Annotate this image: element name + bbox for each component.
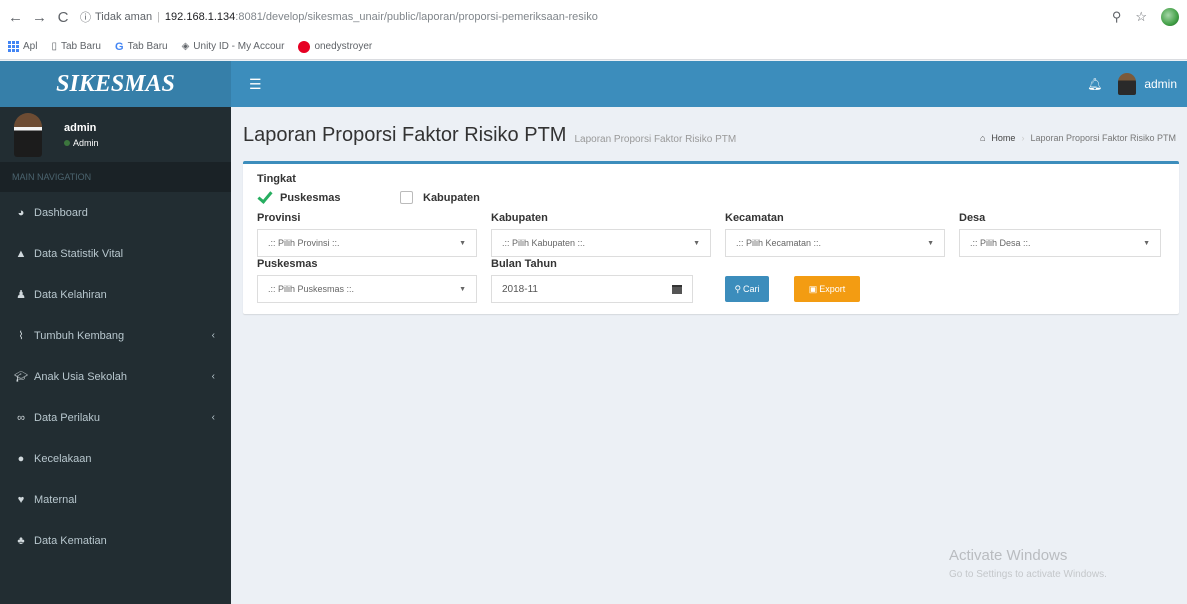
- chevron-left-icon: ‹: [211, 330, 215, 341]
- user-menu[interactable]: admin: [1118, 73, 1177, 95]
- apps-icon: [8, 41, 19, 52]
- forward-icon[interactable]: →: [32, 9, 47, 26]
- sidebar-item-data-statistik-vital[interactable]: ▲ Data Statistik Vital: [0, 233, 231, 274]
- zoom-icon[interactable]: ⚲: [1112, 9, 1122, 25]
- desa-label: Desa: [959, 212, 986, 224]
- bookmark-tab-baru-1[interactable]: ▯ Tab Baru: [51, 41, 101, 52]
- binoculars-icon: ∞: [17, 411, 25, 424]
- pinterest-icon: [298, 40, 311, 53]
- breadcrumb: ⌂ Home › Laporan Proporsi Faktor Risiko …: [980, 133, 1176, 143]
- breadcrumb-separator: ›: [1021, 133, 1025, 143]
- sidebar-item-dashboard[interactable]: ◕ Dashboard: [0, 192, 231, 233]
- cari-button[interactable]: ⚲ Cari: [725, 276, 769, 302]
- bookmark-apps[interactable]: Apl: [8, 41, 37, 52]
- chevron-left-icon: ‹: [211, 371, 215, 382]
- main-navigation-header: MAIN NAVIGATION: [0, 162, 231, 192]
- page-subtitle: Laporan Proporsi Faktor Risiko PTM: [574, 134, 737, 145]
- menu-toggle-icon[interactable]: ☰: [249, 76, 262, 93]
- kecamatan-label: Kecamatan: [725, 212, 784, 224]
- top-navbar: ☰ 🔔︎ admin: [231, 61, 1187, 107]
- unity-icon: ◈: [181, 41, 190, 52]
- activate-windows-title: Activate Windows: [949, 547, 1068, 564]
- address-bar[interactable]: ⓘ Tidak aman | 192.168.1.134:8081/develo…: [80, 5, 1102, 29]
- caret-down-icon: ▼: [1143, 239, 1150, 247]
- bookmark-tab-baru-2[interactable]: G Tab Baru: [115, 41, 168, 53]
- user-panel-role: Admin: [64, 138, 99, 148]
- desa-select[interactable]: .:: Pilih Desa ::. ▼: [959, 229, 1161, 257]
- child-icon: ♟: [16, 289, 26, 301]
- sidebar-item-data-perilaku[interactable]: ∞ Data Perilaku ‹: [0, 397, 231, 438]
- user-panel: admin Admin: [0, 107, 231, 162]
- file-export-icon: ▣: [808, 283, 818, 294]
- user-menu-name: admin: [1144, 77, 1177, 91]
- google-icon: G: [115, 40, 124, 53]
- url-text: 192.168.1.134:8081/develop/sikesmas_unai…: [164, 11, 598, 23]
- checkbox-empty-icon: [400, 191, 413, 204]
- dashboard-icon: ◕: [17, 206, 25, 219]
- sidebar: admin Admin MAIN NAVIGATION ◕ Dashboard ▲…: [0, 107, 231, 604]
- graduation-cap-icon: 🎓︎: [14, 371, 28, 383]
- back-icon[interactable]: ←: [8, 9, 23, 26]
- online-status-icon: [64, 139, 70, 146]
- chevron-left-icon: ‹: [211, 412, 215, 423]
- kabupaten-checkbox[interactable]: Kabupaten: [400, 191, 480, 204]
- kabupaten-label: Kabupaten: [491, 212, 548, 224]
- sidebar-item-data-kelahiran[interactable]: ♟ Data Kelahiran: [0, 274, 231, 315]
- line-chart-icon: ⌇: [18, 330, 24, 342]
- search-icon: ⚲: [734, 283, 742, 294]
- app: SIKESMAS ☰ 🔔︎ admin admin Admin MAIN NAV…: [0, 61, 1187, 604]
- sidebar-item-maternal[interactable]: ♥ Maternal: [0, 479, 231, 520]
- content-header: Laporan Proporsi Faktor Risiko PTM Lapor…: [231, 107, 1187, 157]
- page-title: Laporan Proporsi Faktor Risiko PTM: [243, 124, 567, 146]
- app-logo[interactable]: SIKESMAS: [0, 61, 231, 107]
- bulan-tahun-label: Bulan Tahun: [491, 258, 557, 270]
- kecamatan-select[interactable]: .:: Pilih Kecamatan ::. ▼: [725, 229, 945, 257]
- security-label: Tidak aman: [95, 11, 153, 23]
- kabupaten-select[interactable]: .:: Pilih Kabupaten ::. ▼: [491, 229, 711, 257]
- url-separator: |: [157, 11, 160, 23]
- star-icon[interactable]: ☆: [1135, 9, 1147, 25]
- activate-windows-hint: Go to Settings to activate Windows.: [949, 569, 1107, 580]
- reload-icon[interactable]: C: [56, 9, 70, 26]
- caret-down-icon: ▼: [693, 239, 700, 247]
- bookmark-onedystroyer[interactable]: onedystroyer: [298, 40, 372, 53]
- provinsi-select[interactable]: .:: Pilih Provinsi ::. ▼: [257, 229, 477, 257]
- filter-box: Tingkat Puskesmas Kabupaten Provinsi Kab…: [243, 161, 1179, 314]
- bookmark-unity[interactable]: ◈ Unity ID - My Accour: [182, 41, 285, 52]
- calendar-icon[interactable]: [672, 284, 682, 294]
- browser-toolbar: ← → C ⓘ Tidak aman | 192.168.1.134:8081/…: [0, 0, 1187, 34]
- caret-down-icon: ▼: [459, 285, 466, 293]
- provinsi-label: Provinsi: [257, 212, 301, 224]
- user-icon: ▲: [15, 247, 27, 260]
- bookmarks-bar: Apl ▯ Tab Baru G Tab Baru ◈ Unity ID - My A…: [0, 34, 1187, 60]
- breadcrumb-current: Laporan Proporsi Faktor Risiko PTM: [1030, 133, 1176, 143]
- sidebar-item-data-kematian[interactable]: ♣ Data Kematian: [0, 520, 231, 561]
- sidebar-item-anak-usia-sekolah[interactable]: 🎓︎ Anak Usia Sekolah ‹: [0, 356, 231, 397]
- heartbeat-icon: ♥: [17, 493, 25, 506]
- user-avatar: [14, 112, 42, 157]
- users-icon: ♣: [17, 534, 25, 547]
- caret-down-icon: ▼: [459, 239, 466, 247]
- export-button[interactable]: ▣ Export: [794, 276, 860, 302]
- page-icon: ▯: [51, 41, 57, 52]
- info-icon[interactable]: ⓘ: [80, 9, 91, 25]
- sidebar-item-kecelakaan[interactable]: ● Kecelakaan: [0, 438, 231, 479]
- tingkat-label: Tingkat: [257, 173, 296, 185]
- breadcrumb-home[interactable]: Home: [991, 133, 1015, 143]
- sidebar-item-tumbuh-kembang[interactable]: ⌇ Tumbuh Kembang ‹: [0, 315, 231, 356]
- checkmark-icon: [257, 191, 270, 204]
- puskesmas-label: Puskesmas: [257, 258, 318, 270]
- bulan-tahun-input[interactable]: 2018-11: [491, 275, 693, 303]
- avatar: [1118, 73, 1137, 95]
- main-content: Laporan Proporsi Faktor Risiko PTM Lapor…: [231, 107, 1187, 604]
- puskesmas-checkbox[interactable]: Puskesmas: [257, 191, 341, 204]
- exclamation-icon: ●: [17, 452, 25, 465]
- user-panel-name: admin: [64, 121, 97, 134]
- bell-icon[interactable]: 🔔︎: [1087, 77, 1102, 91]
- home-icon: ⌂: [979, 133, 986, 143]
- extension-icon[interactable]: [1161, 8, 1179, 26]
- caret-down-icon: ▼: [927, 239, 934, 247]
- puskesmas-select[interactable]: .:: Pilih Puskesmas ::. ▼: [257, 275, 477, 303]
